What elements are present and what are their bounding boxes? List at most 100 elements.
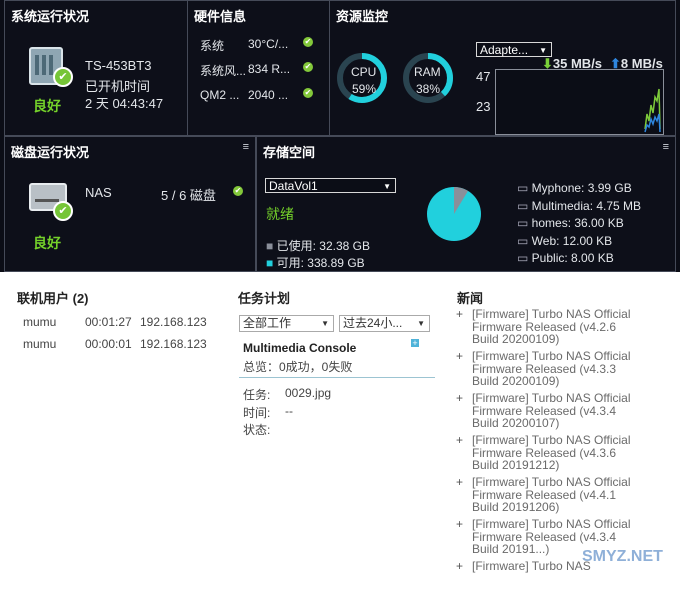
news-item[interactable]: + [Firmware] Turbo NAS Official Firmware …	[456, 434, 646, 474]
chevron-down-icon: ▼	[539, 46, 547, 55]
menu-icon[interactable]: ≡	[663, 141, 669, 153]
plus-icon: +	[456, 517, 464, 531]
plus-icon: +	[456, 433, 464, 447]
disk-status-text: 良好	[33, 235, 61, 251]
news-item[interactable]: + [Firmware] Turbo NAS Official Firmware …	[456, 308, 646, 348]
system-status-panel: 系统运行状况 ✔ 良好 TS-453BT3 已开机时间 2 天 04:43:47	[4, 0, 188, 136]
user-name: mumu	[23, 337, 57, 351]
news-item[interactable]: + [Firmware] Turbo NAS Official Firmware …	[456, 392, 646, 432]
ram-label: RAM	[414, 65, 441, 79]
folder-icon: ▭	[517, 233, 532, 248]
storage-panel: 存储空间 ≡ DataVol1 ▼ 就绪 ■ 已使用: 32.38 GB ■ 可…	[256, 136, 676, 272]
task-time-select[interactable]: 过去24小... ▼	[339, 315, 430, 332]
news-text: [Firmware] Turbo NAS Official Firmware R…	[472, 475, 631, 514]
news-text: [Firmware] Turbo NAS Official Firmware R…	[472, 349, 631, 388]
plus-icon: +	[456, 307, 464, 321]
panel-title: 磁盘运行状况	[11, 145, 90, 160]
disk-health-panel: 磁盘运行状况 ≡ ✔ 良好 NAS 5 / 6 磁盘 ✔	[4, 136, 256, 272]
ram-value: 38%	[416, 82, 441, 96]
news-item[interactable]: + [Firmware] Turbo NAS	[456, 560, 646, 600]
task-item-title: Multimedia Console	[243, 341, 357, 355]
storage-pie	[427, 187, 481, 241]
task-value: 0029.jpg	[285, 386, 332, 400]
news-item[interactable]: + [Firmware] Turbo NAS Official Firmware …	[456, 350, 646, 390]
chevron-down-icon: ▼	[321, 319, 329, 328]
panel-title: 系统运行状况	[11, 9, 90, 24]
folder-item: ▭ Public: 8.00 KB	[517, 251, 614, 265]
user-name: mumu	[23, 315, 57, 329]
folder-item: ▭ Web: 12.00 KB	[517, 233, 613, 248]
check-icon: ✔	[303, 88, 313, 98]
time-value: --	[285, 404, 293, 418]
news-text: [Firmware] Turbo NAS	[472, 559, 591, 573]
news-text: [Firmware] Turbo NAS Official Firmware R…	[472, 307, 631, 346]
hw-row-value: 2040 ...	[248, 88, 289, 102]
folder-icon: ▭	[517, 251, 532, 265]
status-ok-icon: ✔	[53, 67, 73, 87]
task-label: 任务:	[243, 388, 271, 402]
task-summary: 总览：0成功，0失败	[243, 360, 353, 374]
folder-item: ▭ Myphone: 3.99 GB	[517, 181, 632, 195]
panel-title: 硬件信息	[194, 9, 247, 24]
folder-item: ▭ 其它: 8.00 KB	[517, 269, 605, 272]
chevron-down-icon: ▼	[417, 319, 425, 328]
hw-row-label: 系统风...	[200, 64, 247, 78]
menu-icon[interactable]: ≡	[243, 141, 249, 153]
online-users-title: 联机用户 (2)	[17, 291, 89, 306]
volume-select[interactable]: DataVol1 ▼	[265, 178, 396, 193]
user-time: 00:01:27	[85, 315, 132, 329]
panel-title: 存储空间	[263, 145, 316, 160]
folder-item: ▭ homes: 36.00 KB	[517, 216, 624, 230]
watermark: SMYZ.NET	[582, 548, 663, 565]
divider	[239, 377, 435, 378]
check-icon: ✔	[233, 186, 243, 196]
task-type-select-label: 全部工作	[243, 316, 292, 330]
hw-row-label: 系统	[200, 39, 225, 53]
plus-icon: +	[456, 475, 464, 489]
news-item[interactable]: + [Firmware] Turbo NAS Official Firmware …	[456, 476, 646, 516]
adapter-select[interactable]: Adapte... ▼	[476, 42, 552, 57]
tasks-title: 任务计划	[238, 291, 291, 306]
free-legend-icon: ■	[266, 256, 274, 270]
task-type-select[interactable]: 全部工作 ▼	[239, 315, 334, 332]
resource-monitor-panel: 资源监控 CPU 59% RAM 38% Adapte... ▼ ⬇35 MB/…	[329, 0, 676, 136]
check-icon: ✔	[303, 62, 313, 72]
news-title: 新闻	[457, 291, 484, 306]
hw-row-label: QM2 ...	[200, 88, 240, 102]
plus-icon: +	[456, 559, 464, 573]
scale-mid: 23	[476, 99, 491, 114]
plus-icon: +	[456, 391, 464, 405]
folder-icon: ▭	[517, 216, 532, 230]
uptime-value: 2 天 04:43:47	[85, 96, 164, 111]
check-icon: ✔	[303, 37, 313, 47]
used-row: ■ 已使用: 32.38 GB	[266, 239, 370, 253]
task-time-select-label: 过去24小...	[343, 316, 403, 330]
folder-icon: ▭	[517, 271, 532, 272]
state-label: 状态:	[243, 423, 271, 437]
user-ip: 192.168.123	[140, 315, 207, 329]
disk-name: NAS	[85, 185, 112, 200]
volume-state: 就绪	[266, 206, 294, 222]
time-label: 时间:	[243, 406, 271, 420]
hw-row-value: 30°C/...	[248, 37, 289, 51]
folder-item: ▭ Multimedia: 4.75 MB	[517, 198, 642, 213]
plus-icon: +	[456, 349, 464, 363]
adapter-select-label: Adapte...	[480, 43, 529, 57]
expand-plus-icon[interactable]: +	[411, 339, 419, 348]
scale-top: 47	[476, 69, 491, 84]
news-text: [Firmware] Turbo NAS Official Firmware R…	[472, 391, 631, 430]
folder-icon: ▭	[517, 198, 532, 213]
used-legend-icon: ■	[266, 239, 274, 253]
model-name: TS-453BT3	[85, 58, 152, 73]
system-status-text: 良好	[33, 98, 61, 114]
user-ip: 192.168.123	[140, 337, 207, 351]
disk-count: 5 / 6 磁盘	[161, 188, 216, 203]
cpu-label: CPU	[351, 65, 377, 79]
panel-title: 资源监控	[336, 9, 389, 24]
hw-row-value: 834 R...	[248, 62, 291, 76]
folder-icon: ▭	[517, 181, 532, 195]
cpu-value: 59%	[352, 82, 377, 96]
status-ok-icon: ✔	[53, 201, 73, 221]
free-row: ■ 可用: 338.89 GB	[266, 256, 365, 270]
network-graph	[495, 69, 664, 135]
